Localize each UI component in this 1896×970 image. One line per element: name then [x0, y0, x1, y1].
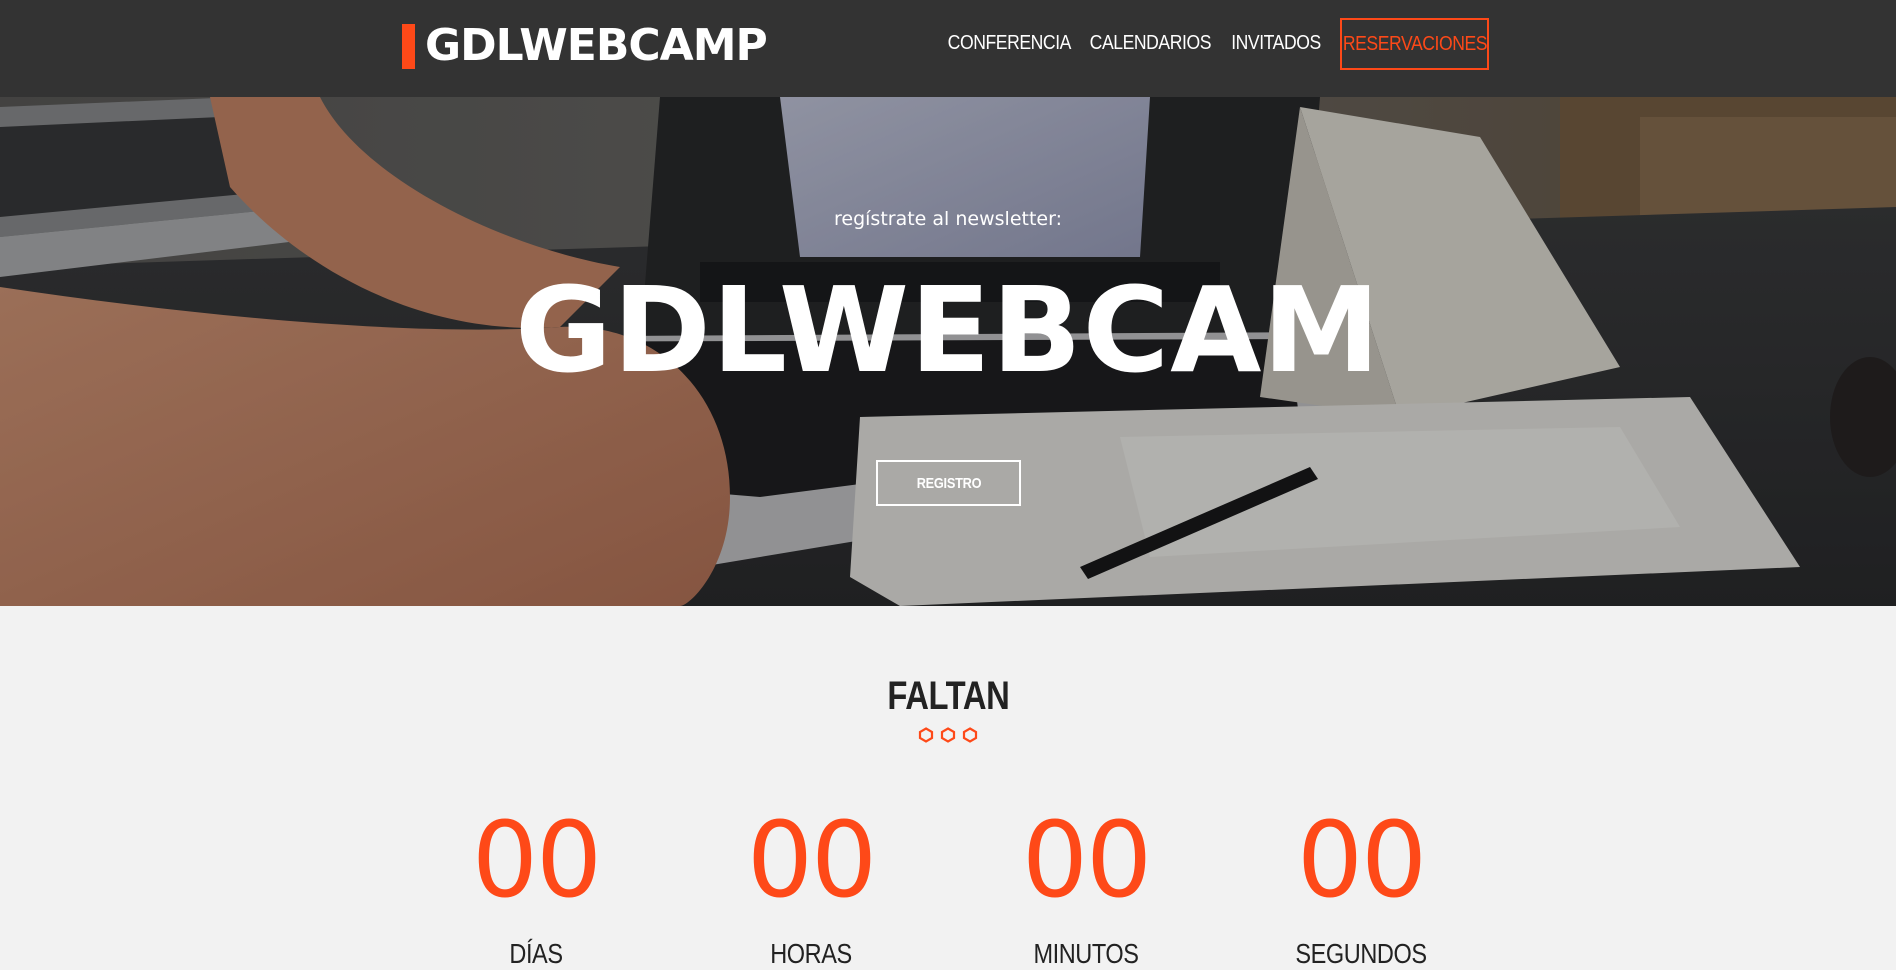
- countdown-seconds-value: 00: [1296, 799, 1427, 921]
- hexagon-icon: [962, 727, 978, 743]
- countdown-days-label: DÍAS: [509, 938, 563, 969]
- countdown-minutes: 00 MINUTOS: [986, 800, 1186, 970]
- nav-reservaciones-label: RESERVACIONES: [1342, 32, 1487, 55]
- registro-button-label: REGISTRO: [916, 474, 981, 492]
- hero-title: GDLWEBCAM: [515, 261, 1381, 399]
- hexagon-icon: [918, 727, 934, 743]
- countdown-title: FALTAN: [0, 674, 1896, 719]
- countdown-hours: 00 HORAS: [711, 800, 911, 970]
- countdown-seconds: 00 SEGUNDOS: [1261, 800, 1461, 970]
- nav-link-reservaciones[interactable]: RESERVACIONES: [1340, 18, 1489, 70]
- site-logo[interactable]: GDLWEBCAMP: [402, 18, 768, 74]
- top-navbar: GDLWEBCAMP CONFERENCIA CALENDARIOS INVIT…: [0, 0, 1896, 97]
- logo-text: GDLWEBCAMP: [425, 20, 768, 71]
- registro-button[interactable]: REGISTRO: [876, 460, 1021, 506]
- countdown-seconds-label: SEGUNDOS: [1295, 938, 1427, 969]
- countdown-hours-label: HORAS: [770, 938, 852, 969]
- countdown-days-value: 00: [471, 799, 602, 921]
- newsletter-prompt: regístrate al newsletter:: [834, 208, 1062, 230]
- nav-link-calendarios[interactable]: CALENDARIOS: [1090, 32, 1212, 55]
- countdown-hours-value: 00: [746, 799, 877, 921]
- hexagon-icon: [940, 727, 956, 743]
- countdown-days: 00 DÍAS: [436, 800, 636, 970]
- nav-link-invitados[interactable]: INVITADOS: [1230, 32, 1322, 55]
- logo-accent-bar: [402, 23, 415, 69]
- hero-banner: regístrate al newsletter: GDLWEBCAM REGI…: [0, 97, 1896, 606]
- countdown-minutes-label: MINUTOS: [1033, 938, 1139, 969]
- countdown-title-text: FALTAN: [886, 674, 1010, 718]
- countdown-minutes-value: 00: [1021, 799, 1152, 921]
- nav-link-conferencia[interactable]: CONFERENCIA: [948, 32, 1072, 55]
- hexagon-divider: [918, 727, 978, 743]
